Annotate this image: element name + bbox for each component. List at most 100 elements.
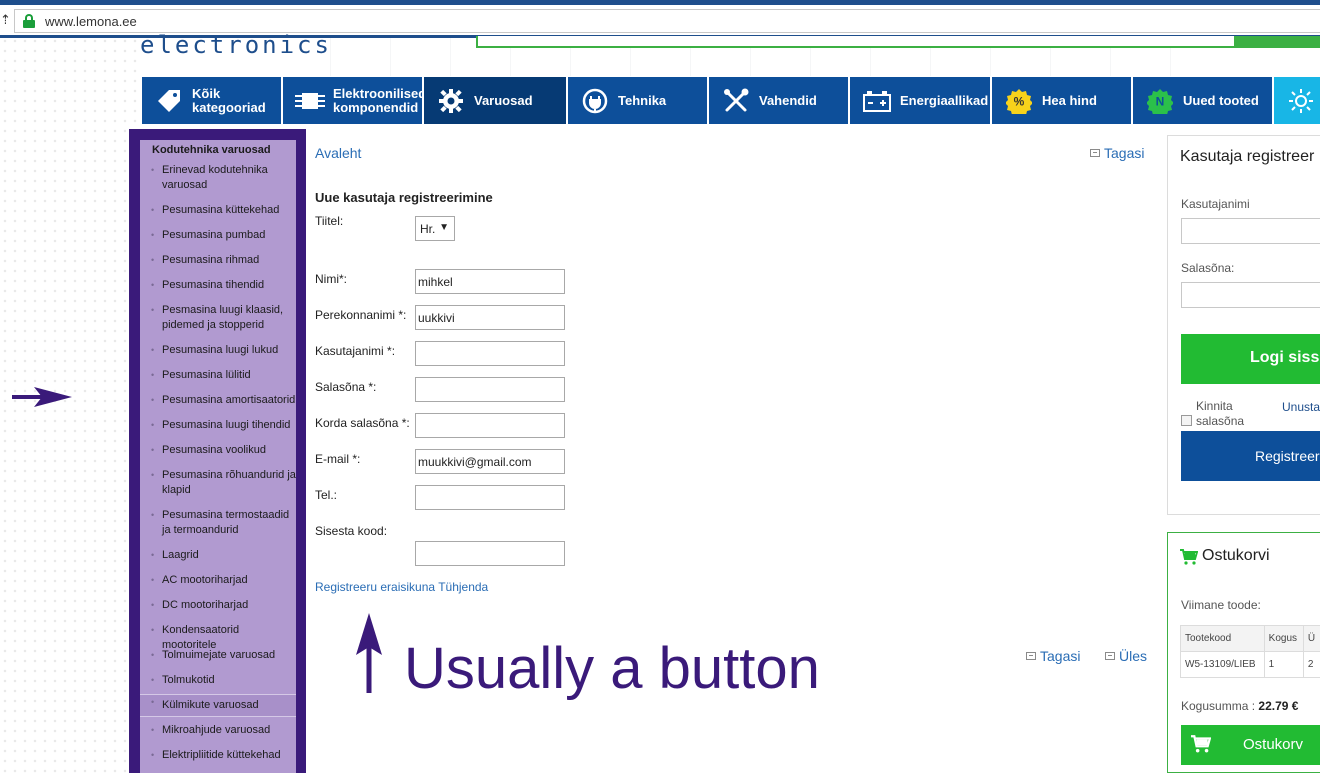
register-button[interactable]: Registreeri [1181,431,1320,481]
remember-label: Kinnita salasõna [1196,399,1245,428]
email-field[interactable] [415,449,565,474]
site-logo[interactable]: electronics [140,32,332,58]
nav-label: Varuosad [474,92,533,108]
sidebar-item[interactable]: DC mootoriharjad [140,598,296,613]
sidebar-item[interactable]: Pesumasina amortisaatorid [140,393,296,408]
cart-table: Tootekood Kogus Ü W5-13109/LIEB 1 2 [1180,625,1320,678]
remember-checkbox[interactable] [1181,415,1192,426]
nav-label: Energiaallikad [900,92,989,108]
sidebar-item[interactable]: Pesumasina voolikud [140,443,296,458]
lock-icon [23,14,35,28]
login-username-input[interactable] [1181,218,1320,244]
username-label: Kasutajanimi *: [315,344,396,358]
sidebar-item[interactable]: Pesumasina rihmad [140,253,296,268]
nav-item-power-sources[interactable]: Energiaallikad [850,77,990,124]
nav-item-electronic-components[interactable]: Elektroonilised komponendid [283,77,427,124]
nav-item-all-categories[interactable]: Kõik kategooriad [142,77,281,124]
sidebar-item[interactable]: Pesumasina küttekehad [140,203,296,218]
login-panel: Kasutaja registreer Kasutajanimi Salasõn… [1167,135,1320,515]
username-field[interactable] [415,341,565,366]
col-header: Ü [1302,625,1320,652]
sidebar-item[interactable]: Elektripliitide küttekehad [140,748,296,763]
cart-button-label: Ostukorv [1243,736,1304,753]
sidebar-item[interactable]: AC mootoriharjad [140,573,296,588]
nav-item-more[interactable] [1274,77,1320,124]
last-name-field[interactable] [415,305,565,330]
scroll-up-link[interactable]: Üles [1105,648,1147,664]
login-title: Kasutaja registreer [1180,148,1315,165]
up-arrow-icon[interactable]: ⇡ [0,12,11,28]
password-label: Salasõna *: [315,380,377,394]
annotation-arrow-up-icon [356,613,382,693]
back-link-bottom[interactable]: Tagasi [1026,648,1080,664]
up-icon [1105,652,1115,660]
back-label: Tagasi [1104,145,1145,161]
sidebar-item[interactable]: Pesumasina luugi lukud [140,343,296,358]
code-field[interactable] [415,541,565,566]
cart-button[interactable]: Ostukorv [1181,725,1320,765]
sidebar-item-active[interactable]: Külmikute varuosad [140,694,296,717]
nav-label: Vahendid [759,92,817,108]
password-repeat-field[interactable] [415,413,565,438]
last-item-label: Viimane toode: [1181,598,1261,612]
col-header: Tootekood [1180,625,1265,652]
cart-cell: 1 [1263,651,1304,678]
cart-panel: Ostukorvi Viimane toode: Tootekood Kogus… [1167,532,1320,773]
annotation-arrow-right-icon [12,387,72,407]
form-actions: Registreeru eraisikuna Tühjenda [315,580,488,594]
phone-field[interactable] [415,485,565,510]
sidebar-item[interactable]: Tolmukotid [140,673,296,688]
sidebar-item[interactable]: Pesumasina pumbad [140,228,296,243]
back-link-top[interactable]: Tagasi [1090,145,1144,161]
nav-label: Tehnika [618,92,667,108]
sidebar-item[interactable]: Pesumasina rõhuandurid ja klapid [140,468,296,498]
annotation-text: Usually a button [404,636,820,701]
first-name-field[interactable] [415,269,565,294]
sidebar-item[interactable]: Pesmasina luugi klaasid, pidemed ja stop… [140,303,296,333]
url-field[interactable]: www.lemona.ee [14,9,1320,33]
title-select[interactable]: Hr. ▼ [415,216,455,241]
chip-icon [295,86,325,116]
breadcrumb-home[interactable]: Avaleht [315,145,361,161]
sidebar-item[interactable]: Pesumasina termostaadid ja termoandurid [140,508,296,538]
nav-item-tools[interactable]: Vahendid [709,77,848,124]
dropdown-caret-icon: ▼ [439,222,449,233]
tools-icon [721,86,751,116]
forgot-password-link[interactable]: Unusta [1282,400,1320,414]
nav-item-good-price[interactable]: % Hea hind [992,77,1131,124]
sidebar-item[interactable]: Pesumasina lülitid [140,368,296,383]
search-input[interactable] [476,36,1236,48]
login-username-label: Kasutajanimi [1181,197,1250,211]
nav-label: Elektroonilised komponendid [333,85,427,115]
register-link[interactable]: Registreeru eraisikuna [315,580,435,594]
clear-link[interactable]: Tühjenda [438,580,488,594]
tag-icon [154,86,184,116]
col-header: Kogus [1263,625,1304,652]
plug-icon [580,86,610,116]
svg-text:%: % [1014,94,1025,108]
sun-icon [1286,86,1316,116]
cart-total-value: 22.79 € [1258,699,1299,713]
sidebar-item[interactable]: Mikroahjude varuosad [140,723,296,738]
sidebar-item[interactable]: Laagrid [140,548,296,563]
table-row: W5-13109/LIEB 1 2 [1180,651,1320,678]
sidebar-item[interactable]: Erinevad kodutehnika varuosad [140,163,296,193]
sidebar-item[interactable]: Pesumasina luugi tihendid [140,418,296,433]
remember-password[interactable]: Kinnita salasõna [1181,399,1266,429]
nav-item-new-products[interactable]: N Uued tooted [1133,77,1272,124]
password-repeat-label: Korda salasõna *: [315,416,410,430]
cart-table-header: Tootekood Kogus Ü [1180,625,1320,652]
nav-item-appliances[interactable]: Tehnika [568,77,707,124]
code-label: Sisesta kood: [315,524,388,538]
login-button[interactable]: Logi sisse [1181,334,1320,384]
login-password-input[interactable] [1181,282,1320,308]
nav-label: Hea hind [1042,92,1097,108]
sidebar-item[interactable]: Pesumasina tihendid [140,278,296,293]
password-field[interactable] [415,377,565,402]
new-icon: N [1145,86,1175,116]
svg-text:N: N [1156,94,1165,108]
main-nav: Kõik kategooriad Elektroonilised kompone… [142,77,1320,124]
nav-item-spare-parts[interactable]: Varuosad [424,77,566,124]
sidebar-item[interactable]: Tolmuimejate varuosad [140,648,296,663]
search-button[interactable] [1236,36,1320,48]
